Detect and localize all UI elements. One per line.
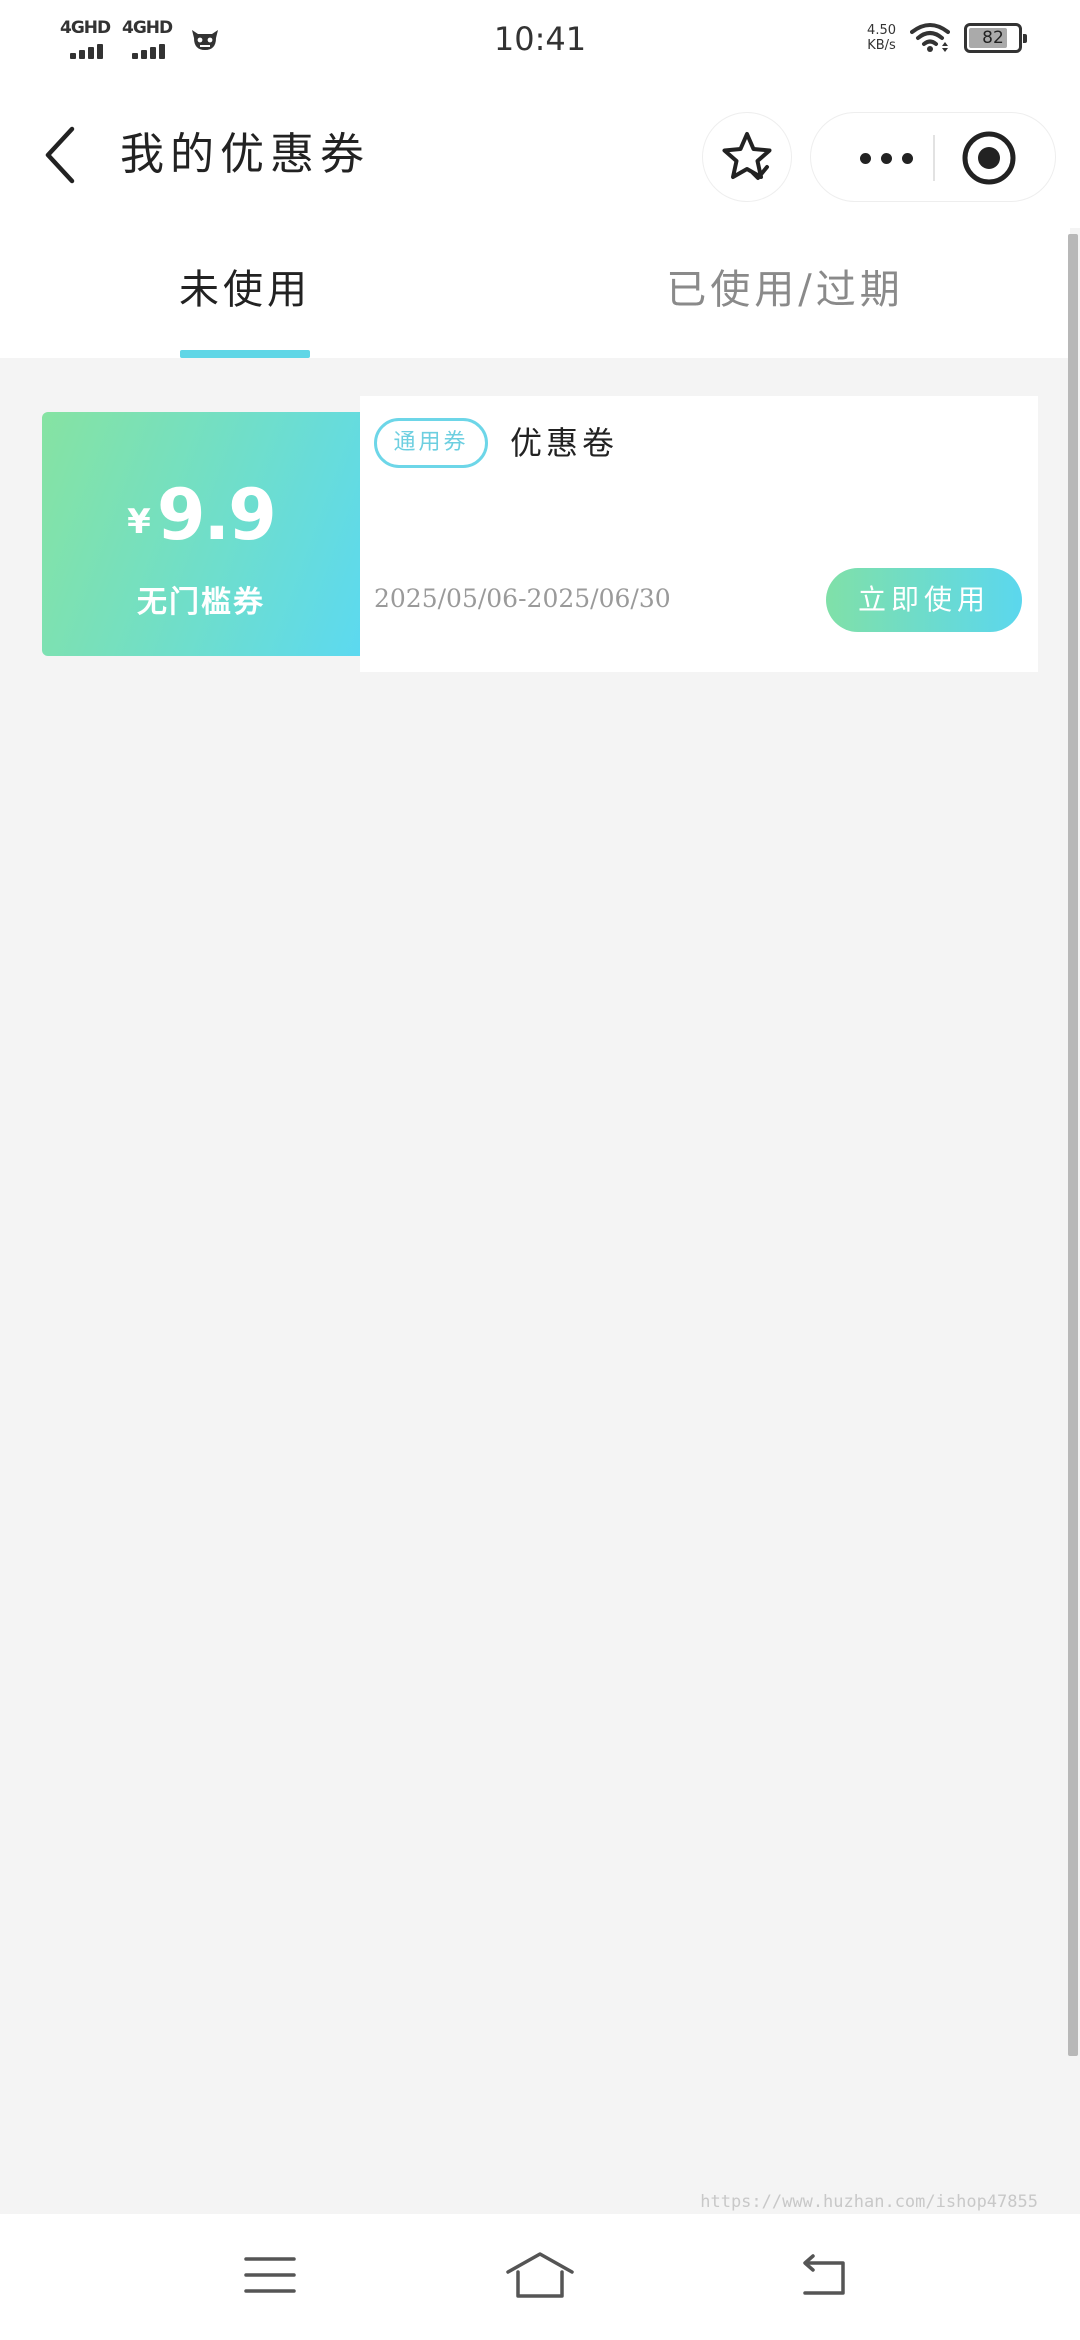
nav-home-button[interactable] xyxy=(500,2240,580,2310)
coupon-value-panel: ¥9.9 无门槛券 xyxy=(36,412,360,656)
more-dots-icon xyxy=(859,152,871,164)
status-right: 4.50 KB/s 82 xyxy=(867,22,1027,54)
coupon-detail-panel: 通用券 优惠卷 2025/05/06-2025/06/30 立即使用 xyxy=(360,396,1038,672)
menu-lines-icon xyxy=(244,2257,296,2293)
coupon-tabs: 未使用 已使用/过期 xyxy=(0,228,1070,358)
coupon-kind: 无门槛券 xyxy=(137,585,265,620)
use-now-button[interactable]: 立即使用 xyxy=(826,568,1022,632)
star-check-icon xyxy=(722,132,772,180)
page: 4GHD 4GHD 10:41 4.50 KB/s 82 我的优惠券 未使用 已… xyxy=(0,0,1080,2340)
coupon-name: 优惠卷 xyxy=(510,424,619,462)
return-arrow-icon xyxy=(803,2254,845,2295)
coupon-amount-value: 9.9 xyxy=(156,474,277,556)
net-speed-unit: KB/s xyxy=(867,38,896,53)
battery-percent: 82 xyxy=(982,28,1004,48)
coupon-amount: ¥9.9 xyxy=(42,474,360,556)
tab-used-expired[interactable]: 已使用/过期 xyxy=(640,228,930,358)
header: 我的优惠券 xyxy=(0,80,1080,228)
home-icon xyxy=(506,2252,574,2298)
currency-symbol: ¥ xyxy=(127,502,151,542)
net-speed: 4.50 KB/s xyxy=(867,23,896,53)
active-tab-indicator xyxy=(180,350,310,358)
coupon-validity: 2025/05/06-2025/06/30 xyxy=(374,584,671,613)
target-circle-icon xyxy=(962,131,1016,185)
watermark: https://www.huzhan.com/ishop47855 xyxy=(700,2192,1038,2212)
favorite-button[interactable] xyxy=(702,112,792,202)
chevron-left-icon xyxy=(45,126,75,184)
coupon-tag: 通用券 xyxy=(374,418,488,468)
wifi-icon xyxy=(910,23,950,52)
more-button[interactable] xyxy=(841,113,931,203)
capsule-divider xyxy=(933,135,935,181)
system-nav-bar xyxy=(0,2214,1080,2340)
mini-program-capsule xyxy=(810,112,1056,202)
battery-icon: 82 xyxy=(964,23,1027,53)
tab-unused[interactable]: 未使用 xyxy=(130,228,360,358)
coupon-card[interactable]: ¥9.9 无门槛券 通用券 优惠卷 2025/05/06-2025/06/30 … xyxy=(36,396,1038,672)
status-bar: 4GHD 4GHD 10:41 4.50 KB/s 82 xyxy=(0,0,1080,80)
back-button[interactable] xyxy=(30,120,90,190)
scrollbar[interactable] xyxy=(1068,234,1078,2056)
page-title: 我的优惠券 xyxy=(120,129,370,180)
net-speed-value: 4.50 xyxy=(867,23,896,38)
nav-menu-button[interactable] xyxy=(230,2240,310,2310)
close-mini-program-button[interactable] xyxy=(959,128,1019,188)
nav-back-button[interactable] xyxy=(783,2240,863,2310)
